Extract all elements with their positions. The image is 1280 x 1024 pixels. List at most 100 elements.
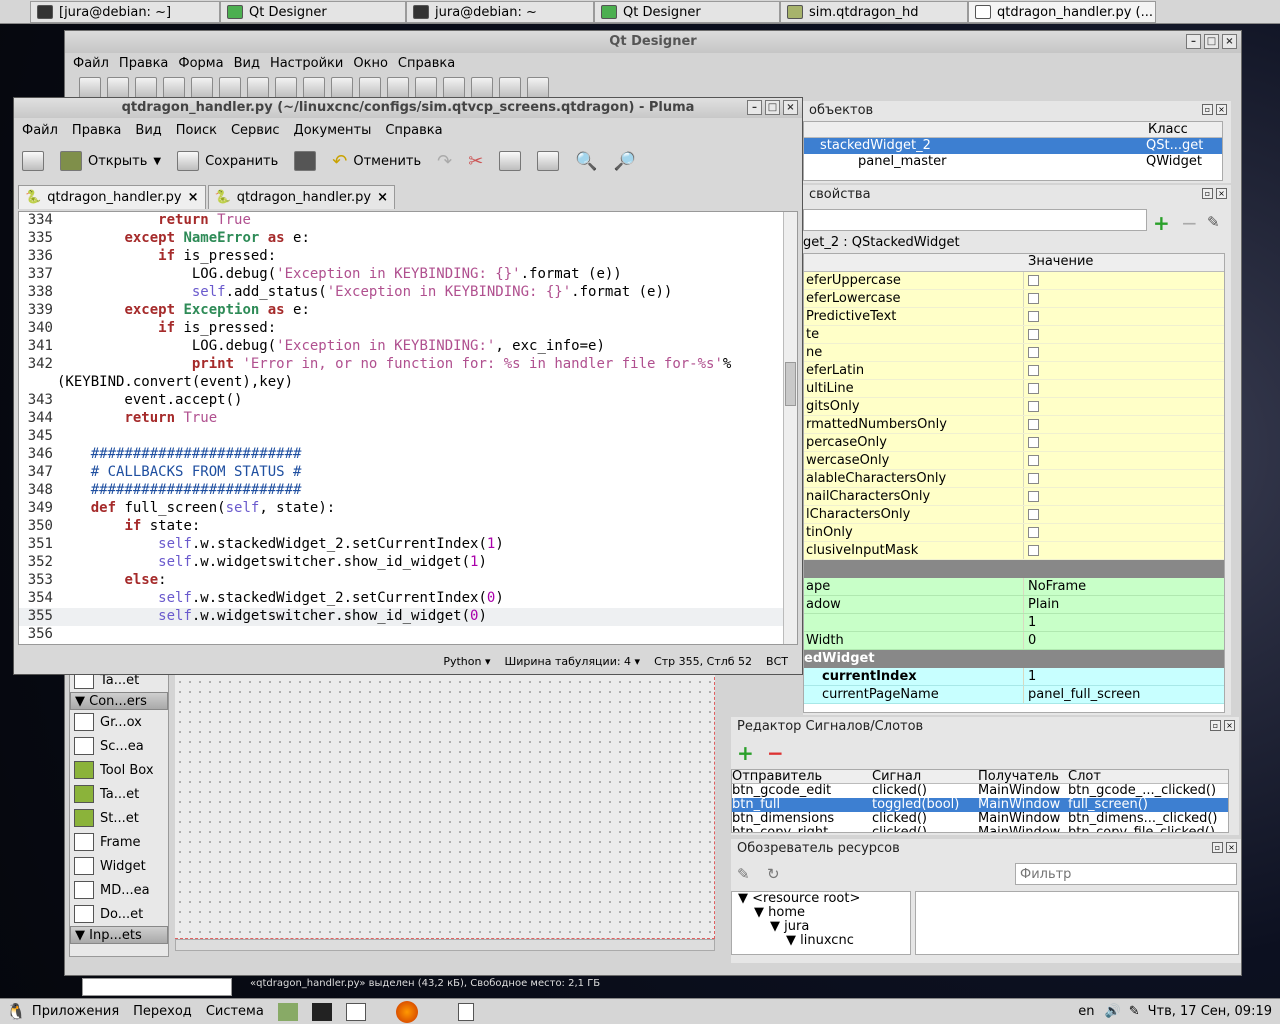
filemanager-path-field[interactable] [82,978,232,996]
property-checkbox[interactable] [1028,293,1039,304]
widget-box-item[interactable]: Ta...et [70,782,168,806]
reload-icon[interactable]: ↻ [767,865,780,883]
dock-close-button[interactable]: × [1226,842,1237,853]
remove-property-icon[interactable]: − [1181,211,1198,235]
maximize-button[interactable]: □ [1204,34,1219,49]
property-checkbox[interactable] [1028,509,1039,520]
property-checkbox[interactable] [1028,347,1039,358]
find-button[interactable]: 🔍 [571,147,601,175]
property-row[interactable]: te [804,326,1224,344]
menu-edit[interactable]: Правка [72,123,121,138]
layout-grid-icon[interactable] [443,77,465,99]
menu-help[interactable]: Справка [385,123,442,138]
column-signal[interactable]: Сигнал [872,770,978,784]
property-row[interactable]: ultiLine [804,380,1224,398]
code-line[interactable]: 355 self.w.widgetswitcher.show_id_widget… [19,608,785,626]
tab-document-1[interactable]: 🐍 qtdragon_handler.py × [18,185,206,209]
code-line[interactable]: 339 except Exception as e: [19,302,785,320]
code-line[interactable]: 341 LOG.debug('Exception in KEYBINDING:'… [19,338,785,356]
property-row[interactable]: currentIndex 1 [804,668,1224,686]
save-form-icon[interactable] [135,77,157,99]
property-row[interactable]: eferLatin [804,362,1224,380]
code-line[interactable]: (KEYBIND.convert(event),key) [19,374,785,392]
clock[interactable]: Чтв, 17 Сен, 09:19 [1148,1004,1272,1019]
menu-view[interactable]: Вид [135,123,161,138]
new-document-button[interactable] [18,147,48,175]
property-checkbox[interactable] [1028,455,1039,466]
layout-splitter-h-icon[interactable] [387,77,409,99]
property-checkbox[interactable] [1028,419,1039,430]
edit-resources-icon[interactable]: ✎ [737,865,750,883]
paste-button[interactable] [533,147,563,175]
replace-button[interactable]: 🔎 [610,147,640,175]
connection-row[interactable]: btn_dimensions clicked() MainWindow btn_dim… [732,812,1228,826]
widget-box-item[interactable]: MD...ea [70,878,168,902]
property-row[interactable]: ape NoFrame [804,578,1224,596]
layout-form-icon[interactable] [471,77,493,99]
value-column-header[interactable]: Значение [1024,254,1093,271]
code-line[interactable]: 349 def full_screen(self, state): [19,500,785,518]
tab-document-2[interactable]: 🐍 qtdragon_handler.py × [207,185,395,209]
property-row[interactable]: wercaseOnly [804,452,1224,470]
connection-row[interactable]: btn_gcode_edit clicked() MainWindow btn_gco… [732,784,1228,798]
column-slot[interactable]: Слот [1068,770,1101,784]
widget-box-item[interactable]: Widget [70,854,168,878]
property-checkbox[interactable] [1028,365,1039,376]
close-tab-icon[interactable]: × [188,190,199,205]
property-checkbox[interactable] [1028,311,1039,322]
menu-form[interactable]: Форма [178,56,223,71]
dock-float-button[interactable]: ▫ [1202,104,1213,115]
task-pluma[interactable]: qtdragon_handler.py (... [968,1,1156,23]
code-line[interactable]: 342 print 'Error in, or no function for:… [19,356,785,374]
editor-vscrollbar[interactable] [783,212,797,644]
network-icon[interactable]: ✎ [1129,1004,1140,1019]
widget-box-item[interactable]: Do...et [70,902,168,926]
dock-float-button[interactable]: ▫ [1202,188,1213,199]
widget-box-category-input[interactable]: ▼ Inp...ets [70,926,168,944]
code-line[interactable]: 354 self.w.stackedWidget_2.setCurrentInd… [19,590,785,608]
maximize-button[interactable]: □ [765,100,780,115]
edit-tab-order-icon[interactable] [303,77,325,99]
remove-connection-icon[interactable]: − [767,741,784,765]
close-button[interactable]: × [1222,34,1237,49]
property-checkbox[interactable] [1028,473,1039,484]
property-row[interactable]: 1 [804,614,1224,632]
cut-button[interactable]: ✂ [464,147,487,175]
column-sender[interactable]: Отправитель [732,770,872,784]
bring-front-icon[interactable] [163,77,185,99]
code-line[interactable]: 338 self.add_status('Exception in KEYBIN… [19,284,785,302]
break-layout-icon[interactable] [499,77,521,99]
widget-box-item[interactable]: Frame [70,830,168,854]
close-button[interactable]: × [783,100,798,115]
code-line[interactable]: 346 ######################### [19,446,785,464]
menu-window[interactable]: Окно [353,56,388,71]
edit-widgets-icon[interactable] [219,77,241,99]
property-row[interactable]: alableCharactersOnly [804,470,1224,488]
property-checkbox[interactable] [1028,275,1039,286]
property-checkbox[interactable] [1028,437,1039,448]
keyboard-layout[interactable]: en [1078,1004,1094,1019]
tab-width-selector[interactable]: Ширина табуляции: 4 ▾ [505,655,641,668]
property-checkbox[interactable] [1028,401,1039,412]
code-line[interactable]: 351 self.w.stackedWidget_2.setCurrentInd… [19,536,785,554]
menu-file[interactable]: Файл [73,56,109,71]
code-line[interactable]: 343 event.accept() [19,392,785,410]
dock-close-button[interactable]: × [1224,720,1235,731]
configure-icon[interactable]: ✎ [1207,213,1220,231]
connection-row[interactable]: btn_full toggled(bool) MainWindow full_scre… [732,798,1228,812]
widget-box-category-containers[interactable]: ▼ Con...ers [70,692,168,710]
layout-vertical-icon[interactable] [359,77,381,99]
open-form-icon[interactable] [107,77,129,99]
minimize-button[interactable]: – [747,100,762,115]
code-line[interactable]: 353 else: [19,572,785,590]
show-desktop-icon[interactable] [457,1002,474,1021]
property-row[interactable]: clusiveInputMask [804,542,1224,560]
resource-filter-input[interactable] [1015,863,1237,885]
property-checkbox[interactable] [1028,491,1039,502]
widget-box-item[interactable]: Gr...ox [70,710,168,734]
code-line[interactable]: 336 if is_pressed: [19,248,785,266]
widget-box-item[interactable]: Tool Box [70,758,168,782]
redo-button[interactable]: ↷ [433,147,456,175]
property-checkbox[interactable] [1028,383,1039,394]
undo-button[interactable]: ↶ Отменить [328,147,425,175]
